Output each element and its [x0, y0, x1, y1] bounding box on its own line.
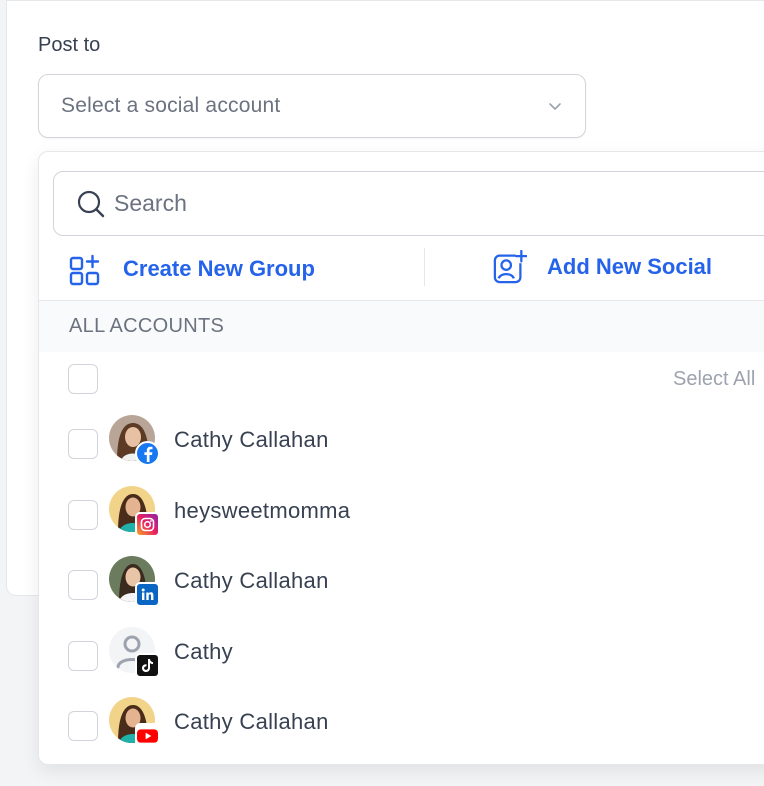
- account-name: Cathy Callahan: [174, 568, 329, 593]
- select-placeholder: Select a social account: [61, 94, 281, 117]
- search-input[interactable]: [114, 190, 514, 217]
- account-name: Cathy Callahan: [174, 709, 329, 734]
- account-checkbox[interactable]: [68, 570, 98, 600]
- create-new-group-button[interactable]: Create New Group: [69, 252, 315, 286]
- select-all-row: Select All: [39, 362, 764, 398]
- account-checkbox[interactable]: [68, 429, 98, 459]
- dropdown-actions: Create New Group Add New Social: [39, 244, 764, 300]
- instagram-icon: [135, 512, 160, 537]
- avatar: [109, 486, 160, 537]
- account-item[interactable]: Cathy: [39, 627, 764, 687]
- account-name: Cathy: [174, 639, 233, 664]
- social-account-select[interactable]: Select a social account: [38, 74, 586, 138]
- select-all-checkbox[interactable]: [68, 364, 98, 394]
- account-name: heysweetmomma: [174, 498, 351, 523]
- account-item[interactable]: Cathy Callahan: [39, 556, 764, 616]
- actions-divider: [424, 248, 425, 286]
- account-item[interactable]: Cathy Callahan: [39, 697, 764, 757]
- add-new-social-button[interactable]: Add New Social: [493, 250, 712, 284]
- account-name: Cathy Callahan: [174, 427, 329, 452]
- create-new-group-label: Create New Group: [123, 256, 315, 281]
- account-checkbox[interactable]: [68, 711, 98, 741]
- youtube-icon: [135, 723, 160, 748]
- add-new-social-label: Add New Social: [547, 254, 713, 279]
- linkedin-icon: [135, 582, 160, 607]
- account-item[interactable]: heysweetmomma: [39, 486, 764, 546]
- avatar: [109, 627, 160, 678]
- avatar: [109, 415, 160, 466]
- account-checkbox[interactable]: [68, 500, 98, 530]
- tiktok-icon: [135, 653, 160, 678]
- post-to-label: Post to: [38, 34, 101, 56]
- avatar: [109, 556, 160, 607]
- avatar: [109, 697, 160, 748]
- account-checkbox[interactable]: [68, 641, 98, 671]
- search-icon: [77, 190, 105, 217]
- chevron-down-icon: [549, 103, 561, 110]
- add-social-icon: [493, 250, 527, 284]
- select-all-link[interactable]: Select All: [673, 368, 755, 391]
- all-accounts-header: ALL ACCOUNTS: [39, 300, 764, 352]
- facebook-icon: [135, 441, 160, 466]
- search-box[interactable]: [53, 171, 764, 236]
- account-dropdown: Create New Group Add New Social ALL ACCO…: [38, 151, 764, 765]
- add-group-icon: [69, 254, 100, 286]
- account-item[interactable]: Cathy Callahan: [39, 415, 764, 475]
